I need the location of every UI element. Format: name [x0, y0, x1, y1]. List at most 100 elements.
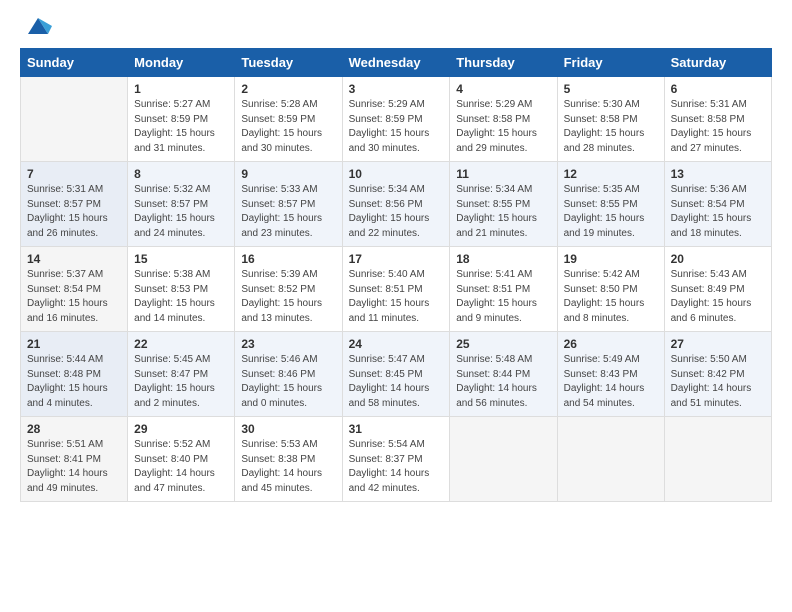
- calendar-week-row: 14 Sunrise: 5:37 AM Sunset: 8:54 PM Dayli…: [21, 247, 772, 332]
- calendar-cell: 5Sunrise: 5:30 AM Sunset: 8:58 PM Daylig…: [557, 77, 664, 162]
- day-number: 21: [27, 337, 121, 351]
- day-info: Sunrise: 5:39 AM Sunset: 8:52 PM Dayligh…: [241, 268, 335, 326]
- day-number: 7: [27, 167, 121, 181]
- day-info: Sunrise: 5:53 AM Sunset: 8:38 PM Dayligh…: [241, 438, 335, 496]
- calendar-cell: 11 Sunrise: 5:34 AM Sunset: 8:55 PM Dayli…: [450, 162, 557, 247]
- weekday-header-saturday: Saturday: [664, 49, 771, 77]
- day-number: 14: [27, 252, 121, 266]
- calendar-cell: 21 Sunrise: 5:44 AM Sunset: 8:48 PM Dayli…: [21, 332, 128, 417]
- calendar-cell: 18 Sunrise: 5:41 AM Sunset: 8:51 PM Dayli…: [450, 247, 557, 332]
- day-info: Sunrise: 5:33 AM Sunset: 8:57 PM Dayligh…: [241, 183, 335, 241]
- day-info: Sunrise: 5:50 AM Sunset: 8:42 PM Dayligh…: [671, 353, 765, 411]
- day-info: Sunrise: 5:44 AM Sunset: 8:48 PM Dayligh…: [27, 353, 121, 411]
- calendar-cell: 15Sunrise: 5:38 AM Sunset: 8:53 PM Dayli…: [128, 247, 235, 332]
- calendar-cell: 28 Sunrise: 5:51 AM Sunset: 8:41 PM Dayli…: [21, 417, 128, 502]
- day-number: 3: [349, 82, 444, 96]
- calendar-cell: 20 Sunrise: 5:43 AM Sunset: 8:49 PM Dayli…: [664, 247, 771, 332]
- day-info: Sunrise: 5:29 AM Sunset: 8:59 PM Dayligh…: [349, 98, 444, 156]
- day-number: 11: [456, 167, 550, 181]
- day-info: Sunrise: 5:32 AM Sunset: 8:57 PM Dayligh…: [134, 183, 228, 241]
- day-info: Sunrise: 5:51 AM Sunset: 8:41 PM Dayligh…: [27, 438, 121, 496]
- day-number: 29: [134, 422, 228, 436]
- day-info: Sunrise: 5:42 AM Sunset: 8:50 PM Dayligh…: [564, 268, 658, 326]
- calendar-cell: 25Sunrise: 5:48 AM Sunset: 8:44 PM Dayli…: [450, 332, 557, 417]
- calendar-cell: 8 Sunrise: 5:32 AM Sunset: 8:57 PM Daylig…: [128, 162, 235, 247]
- day-info: Sunrise: 5:37 AM Sunset: 8:54 PM Dayligh…: [27, 268, 121, 326]
- day-info: Sunrise: 5:46 AM Sunset: 8:46 PM Dayligh…: [241, 353, 335, 411]
- day-number: 27: [671, 337, 765, 351]
- day-number: 22: [134, 337, 228, 351]
- calendar-cell: 3 Sunrise: 5:29 AM Sunset: 8:59 PM Daylig…: [342, 77, 450, 162]
- calendar-cell: 19 Sunrise: 5:42 AM Sunset: 8:50 PM Dayli…: [557, 247, 664, 332]
- day-number: 31: [349, 422, 444, 436]
- day-info: Sunrise: 5:34 AM Sunset: 8:55 PM Dayligh…: [456, 183, 550, 241]
- day-info: Sunrise: 5:36 AM Sunset: 8:54 PM Dayligh…: [671, 183, 765, 241]
- weekday-header-wednesday: Wednesday: [342, 49, 450, 77]
- calendar-cell: 1 Sunrise: 5:27 AM Sunset: 8:59 PM Daylig…: [128, 77, 235, 162]
- calendar-cell: 31Sunrise: 5:54 AM Sunset: 8:37 PM Dayli…: [342, 417, 450, 502]
- calendar-cell: 16 Sunrise: 5:39 AM Sunset: 8:52 PM Dayli…: [235, 247, 342, 332]
- calendar-cell: [557, 417, 664, 502]
- calendar-cell: 4Sunrise: 5:29 AM Sunset: 8:58 PM Daylig…: [450, 77, 557, 162]
- day-info: Sunrise: 5:47 AM Sunset: 8:45 PM Dayligh…: [349, 353, 444, 411]
- day-number: 6: [671, 82, 765, 96]
- calendar-header-row: SundayMondayTuesdayWednesdayThursdayFrid…: [21, 49, 772, 77]
- calendar-cell: 30 Sunrise: 5:53 AM Sunset: 8:38 PM Dayli…: [235, 417, 342, 502]
- day-info: Sunrise: 5:27 AM Sunset: 8:59 PM Dayligh…: [134, 98, 228, 156]
- calendar-week-row: 21 Sunrise: 5:44 AM Sunset: 8:48 PM Dayli…: [21, 332, 772, 417]
- day-info: Sunrise: 5:31 AM Sunset: 8:57 PM Dayligh…: [27, 183, 121, 241]
- calendar-cell: 27 Sunrise: 5:50 AM Sunset: 8:42 PM Dayli…: [664, 332, 771, 417]
- logo-icon: [24, 12, 52, 40]
- calendar-table: SundayMondayTuesdayWednesdayThursdayFrid…: [20, 48, 772, 502]
- calendar-cell: 14 Sunrise: 5:37 AM Sunset: 8:54 PM Dayli…: [21, 247, 128, 332]
- day-number: 16: [241, 252, 335, 266]
- day-number: 4: [456, 82, 550, 96]
- day-info: Sunrise: 5:31 AM Sunset: 8:58 PM Dayligh…: [671, 98, 765, 156]
- day-info: Sunrise: 5:28 AM Sunset: 8:59 PM Dayligh…: [241, 98, 335, 156]
- calendar-cell: 13 Sunrise: 5:36 AM Sunset: 8:54 PM Dayli…: [664, 162, 771, 247]
- day-info: Sunrise: 5:40 AM Sunset: 8:51 PM Dayligh…: [349, 268, 444, 326]
- day-number: 18: [456, 252, 550, 266]
- day-number: 30: [241, 422, 335, 436]
- weekday-header-sunday: Sunday: [21, 49, 128, 77]
- weekday-header-monday: Monday: [128, 49, 235, 77]
- weekday-header-friday: Friday: [557, 49, 664, 77]
- day-number: 25: [456, 337, 550, 351]
- day-info: Sunrise: 5:43 AM Sunset: 8:49 PM Dayligh…: [671, 268, 765, 326]
- day-number: 20: [671, 252, 765, 266]
- calendar-week-row: 1 Sunrise: 5:27 AM Sunset: 8:59 PM Daylig…: [21, 77, 772, 162]
- calendar-cell: 9Sunrise: 5:33 AM Sunset: 8:57 PM Daylig…: [235, 162, 342, 247]
- day-info: Sunrise: 5:34 AM Sunset: 8:56 PM Dayligh…: [349, 183, 444, 241]
- day-number: 1: [134, 82, 228, 96]
- logo: [20, 16, 52, 40]
- calendar-cell: 26 Sunrise: 5:49 AM Sunset: 8:43 PM Dayli…: [557, 332, 664, 417]
- day-number: 24: [349, 337, 444, 351]
- calendar-cell: 17Sunrise: 5:40 AM Sunset: 8:51 PM Dayli…: [342, 247, 450, 332]
- calendar-cell: [21, 77, 128, 162]
- day-number: 12: [564, 167, 658, 181]
- day-info: Sunrise: 5:38 AM Sunset: 8:53 PM Dayligh…: [134, 268, 228, 326]
- calendar-cell: 6 Sunrise: 5:31 AM Sunset: 8:58 PM Daylig…: [664, 77, 771, 162]
- page-header: [20, 16, 772, 40]
- calendar-cell: 23 Sunrise: 5:46 AM Sunset: 8:46 PM Dayli…: [235, 332, 342, 417]
- weekday-header-thursday: Thursday: [450, 49, 557, 77]
- calendar-week-row: 28 Sunrise: 5:51 AM Sunset: 8:41 PM Dayli…: [21, 417, 772, 502]
- calendar-cell: 29 Sunrise: 5:52 AM Sunset: 8:40 PM Dayli…: [128, 417, 235, 502]
- day-number: 8: [134, 167, 228, 181]
- day-info: Sunrise: 5:41 AM Sunset: 8:51 PM Dayligh…: [456, 268, 550, 326]
- day-number: 23: [241, 337, 335, 351]
- day-info: Sunrise: 5:49 AM Sunset: 8:43 PM Dayligh…: [564, 353, 658, 411]
- calendar-cell: 12 Sunrise: 5:35 AM Sunset: 8:55 PM Dayli…: [557, 162, 664, 247]
- day-number: 10: [349, 167, 444, 181]
- day-number: 28: [27, 422, 121, 436]
- day-info: Sunrise: 5:35 AM Sunset: 8:55 PM Dayligh…: [564, 183, 658, 241]
- day-number: 19: [564, 252, 658, 266]
- day-info: Sunrise: 5:52 AM Sunset: 8:40 PM Dayligh…: [134, 438, 228, 496]
- calendar-cell: 10 Sunrise: 5:34 AM Sunset: 8:56 PM Dayli…: [342, 162, 450, 247]
- calendar-cell: [664, 417, 771, 502]
- day-number: 26: [564, 337, 658, 351]
- day-number: 2: [241, 82, 335, 96]
- day-number: 13: [671, 167, 765, 181]
- day-number: 5: [564, 82, 658, 96]
- weekday-header-tuesday: Tuesday: [235, 49, 342, 77]
